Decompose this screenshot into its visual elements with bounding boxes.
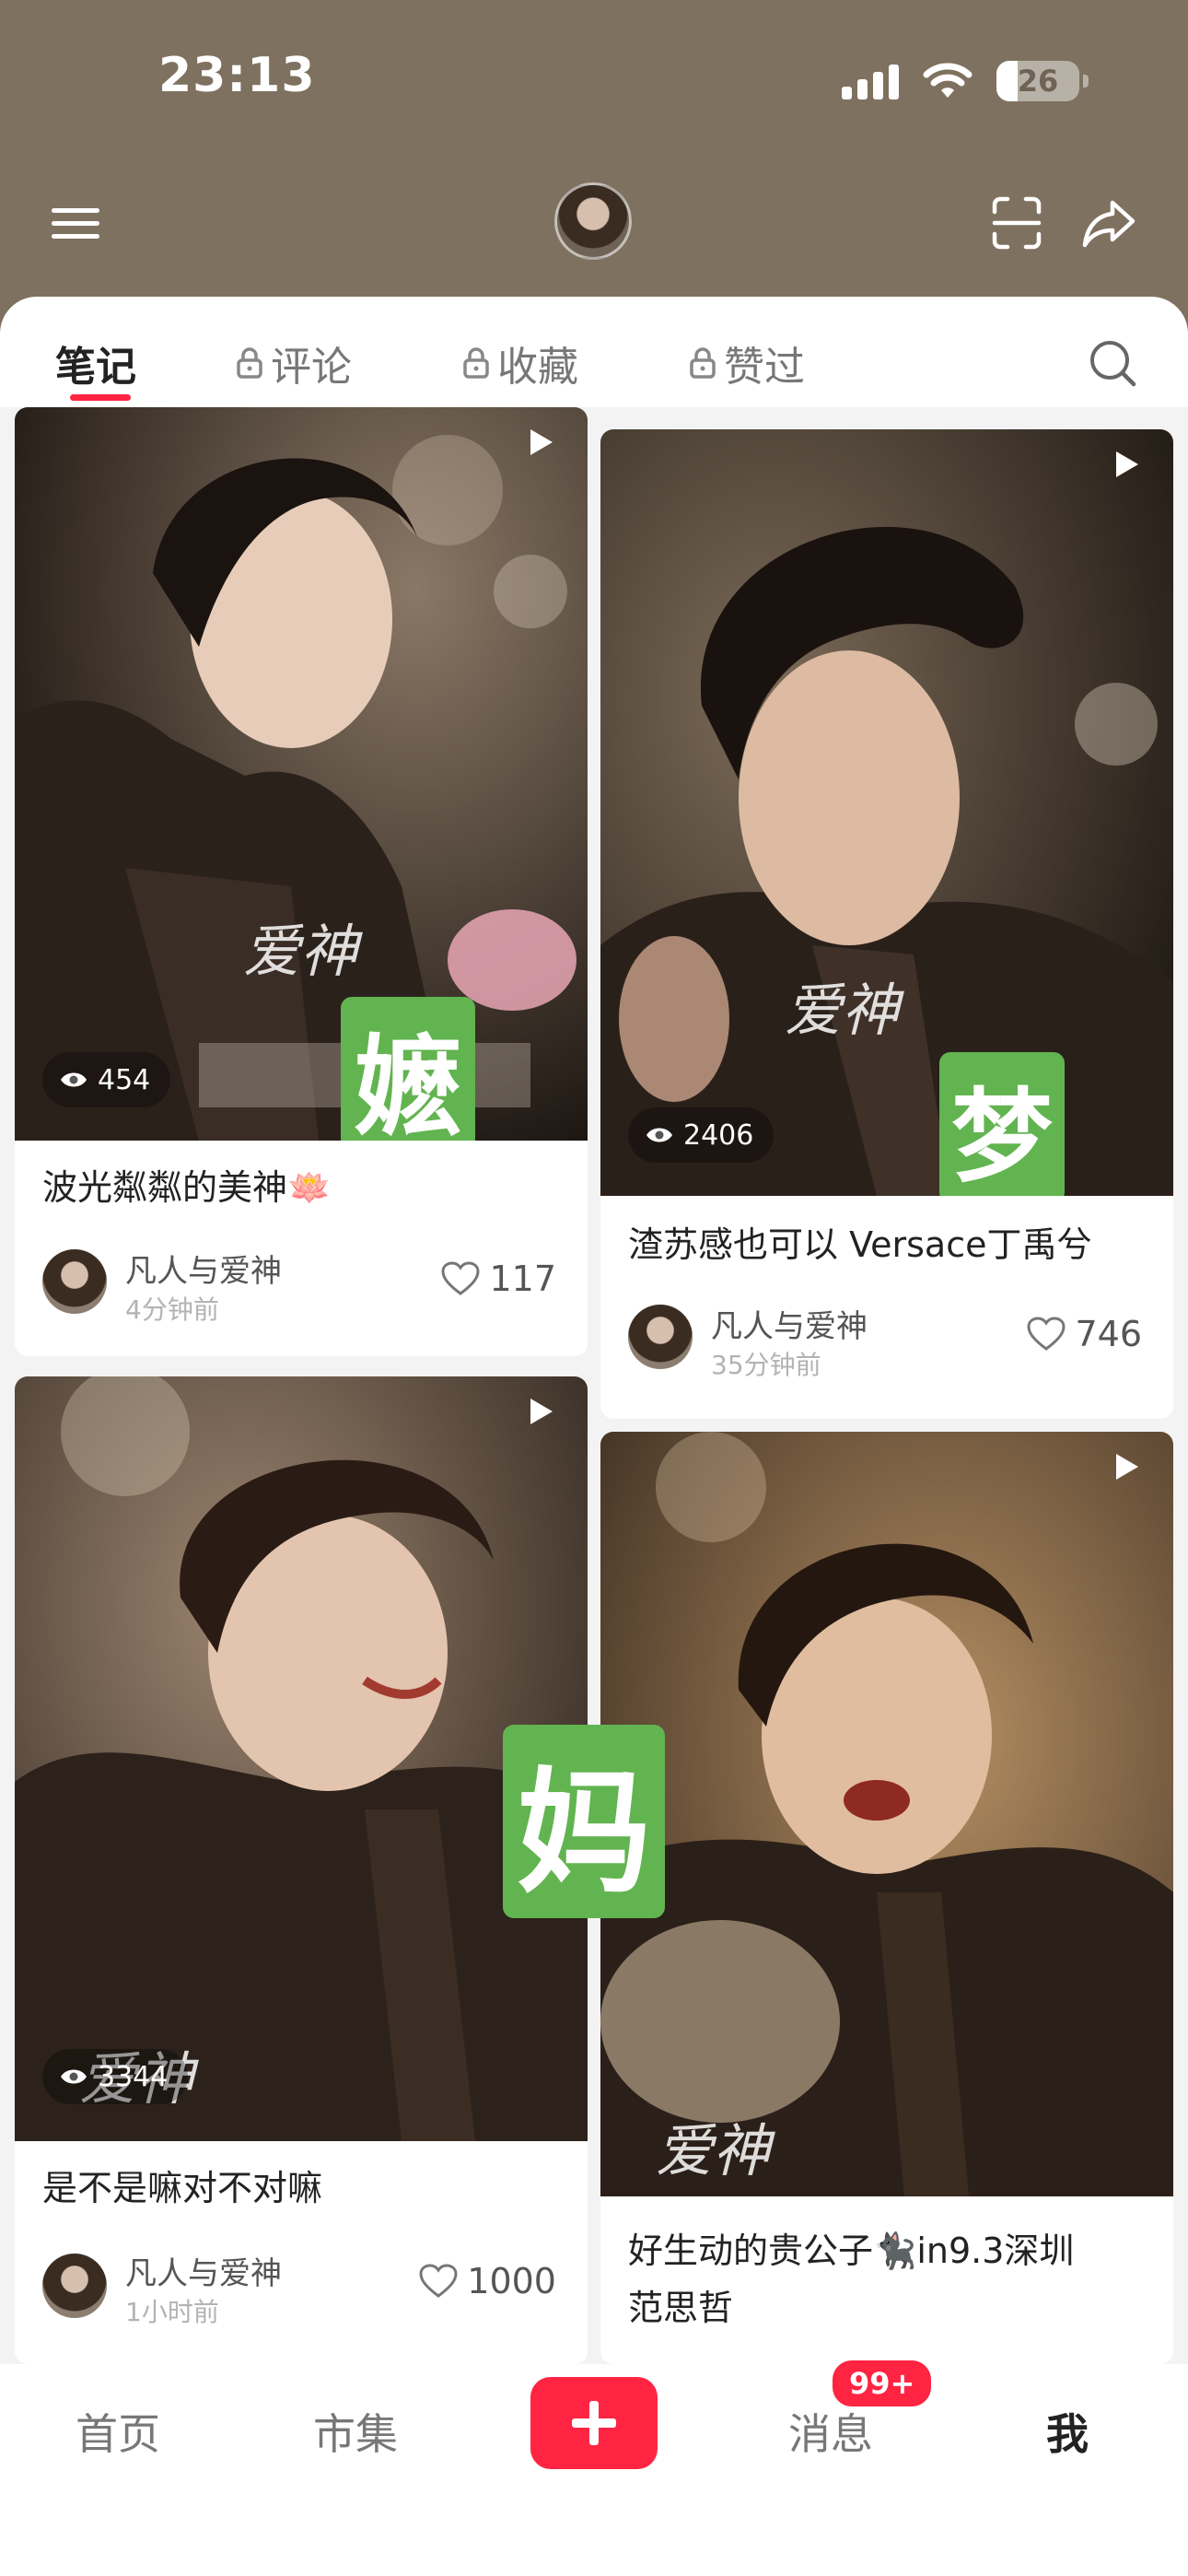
author-avatar[interactable] — [628, 1305, 693, 1369]
avatar[interactable] — [554, 182, 632, 260]
video-play-icon — [1116, 1454, 1138, 1480]
tab-liked[interactable]: 赞过 — [689, 334, 805, 392]
like-count: 1000 — [467, 2261, 556, 2301]
battery-level: 26 — [1017, 64, 1059, 99]
cover-photo — [600, 1432, 1173, 2196]
tab-label: 赞过 — [724, 344, 805, 391]
note-title[interactable]: 是不是嘛对不对嘛 — [42, 2160, 322, 2217]
view-count-value: 3344 — [98, 2060, 169, 2093]
tab-favorites[interactable]: 收藏 — [462, 334, 578, 392]
wifi-icon — [923, 63, 973, 98]
cover-photo — [15, 407, 588, 1141]
nav-home[interactable]: 首页 — [76, 2401, 160, 2462]
scan-icon[interactable] — [987, 193, 1046, 252]
search-icon[interactable] — [1085, 335, 1140, 391]
author-avatar[interactable] — [42, 2254, 107, 2318]
text-sticker: 梦 — [939, 1052, 1065, 1196]
watermark: 爱神 — [243, 918, 358, 985]
video-play-icon — [530, 429, 553, 455]
status-icons: 26 — [842, 55, 1089, 107]
status-time: 23:13 — [158, 48, 316, 103]
note-card[interactable]: 爱神 454 嬷 波光粼粼的美神🪷 凡人与爱神 4分钟前 117 — [15, 407, 588, 1356]
cover-photo — [15, 1376, 588, 2141]
note-cover-image[interactable]: 爱神 454 嬷 — [15, 407, 588, 1141]
tab-comments[interactable]: 评论 — [236, 334, 352, 392]
nav-market[interactable]: 市集 — [313, 2401, 398, 2462]
profile-header: 23:13 26 — [0, 0, 1188, 332]
view-count-value: 2406 — [683, 1118, 754, 1152]
note-card[interactable]: 爱神 2406 梦 渣苏感也可以 Versace丁禹兮 凡人与爱神 35分钟前 … — [600, 429, 1173, 1419]
watermark: 爱神 — [656, 2117, 771, 2184]
tab-label: 评论 — [271, 344, 352, 391]
note-title[interactable]: 波光粼粼的美神🪷 — [42, 1159, 331, 1216]
cellular-signal-icon — [842, 63, 899, 100]
note-cover-image[interactable]: 爱神 2406 梦 — [600, 429, 1173, 1196]
share-icon[interactable] — [1079, 193, 1138, 252]
tab-label: 收藏 — [497, 344, 578, 391]
heart-icon — [419, 2264, 458, 2298]
eye-icon — [646, 1128, 672, 1142]
tab-notes[interactable]: 笔记 — [55, 334, 136, 392]
menu-icon[interactable] — [48, 193, 107, 252]
like-button[interactable]: 746 — [1027, 1314, 1142, 1354]
video-play-icon — [1116, 451, 1138, 477]
post-time: 35分钟前 — [711, 1350, 821, 1380]
messages-badge: 99+ — [829, 2357, 936, 2410]
like-button[interactable]: 117 — [441, 1259, 556, 1299]
video-play-icon — [530, 1399, 553, 1424]
view-count: 2406 — [628, 1107, 775, 1163]
post-time: 4分钟前 — [125, 1294, 219, 1325]
bottom-navigation: 首页 市集 消息 99+ 我 — [0, 2357, 1188, 2576]
lock-icon — [237, 347, 262, 379]
author-name[interactable]: 凡人与爱神 — [125, 2248, 282, 2293]
watermark: 爱神 — [785, 977, 900, 1044]
note-card[interactable]: 爱神 3344 是不是嘛对不对嘛 凡人与爱神 1小时前 1000 — [15, 1376, 588, 2364]
tab-bar: 笔记 评论 收藏 赞过 — [0, 297, 1188, 407]
author-avatar[interactable] — [42, 1249, 107, 1314]
author-name[interactable]: 凡人与爱神 — [125, 1246, 282, 1291]
like-count: 117 — [489, 1259, 556, 1299]
text-sticker: 嬷 — [341, 997, 475, 1141]
eye-icon — [61, 1072, 87, 1087]
lock-icon — [690, 347, 716, 379]
view-count-value: 454 — [98, 1063, 151, 1096]
view-count: 3344 — [42, 2049, 189, 2104]
like-button[interactable]: 1000 — [419, 2261, 556, 2301]
post-time: 1小时前 — [125, 2297, 219, 2327]
view-count: 454 — [42, 1052, 171, 1107]
eye-icon — [61, 2069, 87, 2084]
note-title[interactable]: 好生动的贵公子🐈‍⬛in9.3深圳 — [628, 2222, 1074, 2279]
create-post-button[interactable] — [530, 2377, 658, 2469]
heart-icon — [441, 1261, 480, 1295]
battery-icon: 26 — [996, 61, 1089, 101]
tab-label: 笔记 — [55, 344, 136, 391]
note-card[interactable]: 爱神 好生动的贵公子🐈‍⬛in9.3深圳 范思哲 — [600, 1432, 1173, 2364]
heart-icon — [1027, 1317, 1066, 1351]
nav-me[interactable]: 我 — [1046, 2401, 1089, 2462]
author-name[interactable]: 凡人与爱神 — [711, 1301, 868, 1346]
note-title-line-2[interactable]: 范思哲 — [628, 2279, 733, 2336]
like-count: 746 — [1075, 1314, 1142, 1354]
note-cover-image[interactable]: 爱神 3344 — [15, 1376, 588, 2141]
note-title[interactable]: 渣苏感也可以 Versace丁禹兮 — [628, 1216, 1091, 1273]
text-sticker: 妈 — [503, 1725, 665, 1918]
tab-active-indicator — [70, 394, 131, 401]
lock-icon — [463, 347, 489, 379]
note-cover-image[interactable]: 爱神 — [600, 1432, 1173, 2196]
plus-icon — [572, 2401, 616, 2445]
cover-photo — [600, 429, 1173, 1196]
